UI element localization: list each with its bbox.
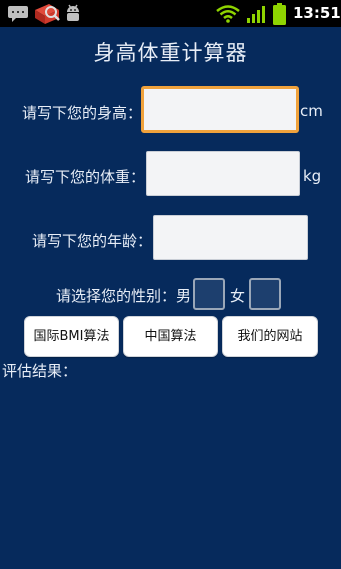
china-method-button[interactable]: 中国算法 xyxy=(123,316,218,357)
male-checkbox[interactable] xyxy=(193,278,225,310)
female-label: 女 xyxy=(230,287,246,305)
status-time: 13:51 xyxy=(293,4,341,22)
android-debug-icon xyxy=(67,4,79,21)
battery-icon xyxy=(273,3,286,25)
wifi-icon xyxy=(216,5,240,23)
female-checkbox[interactable] xyxy=(249,278,281,310)
age-input[interactable] xyxy=(153,215,308,260)
toolbox-notification-icon[interactable] xyxy=(33,2,61,25)
weight-unit: kg xyxy=(303,167,322,185)
height-label: 请写下您的身高： xyxy=(22,104,143,122)
app-title: 身高体重计算器 xyxy=(93,41,248,65)
height-input[interactable] xyxy=(141,86,299,133)
gender-label: 请选择您的性别：男 xyxy=(56,287,192,305)
age-label: 请写下您的年龄： xyxy=(32,232,153,250)
weight-input[interactable] xyxy=(146,151,300,196)
our-website-button[interactable]: 我们的网站 xyxy=(222,316,318,357)
status-bar: 13:51 xyxy=(0,0,341,27)
height-unit: cm xyxy=(300,102,323,120)
weight-label: 请写下您的体重： xyxy=(25,168,146,186)
chat-notification-icon[interactable] xyxy=(7,5,29,22)
cell-signal-icon xyxy=(247,6,265,23)
result-label: 评估结果： xyxy=(2,362,78,380)
bmi-method-button[interactable]: 国际BMI算法 xyxy=(24,316,119,357)
